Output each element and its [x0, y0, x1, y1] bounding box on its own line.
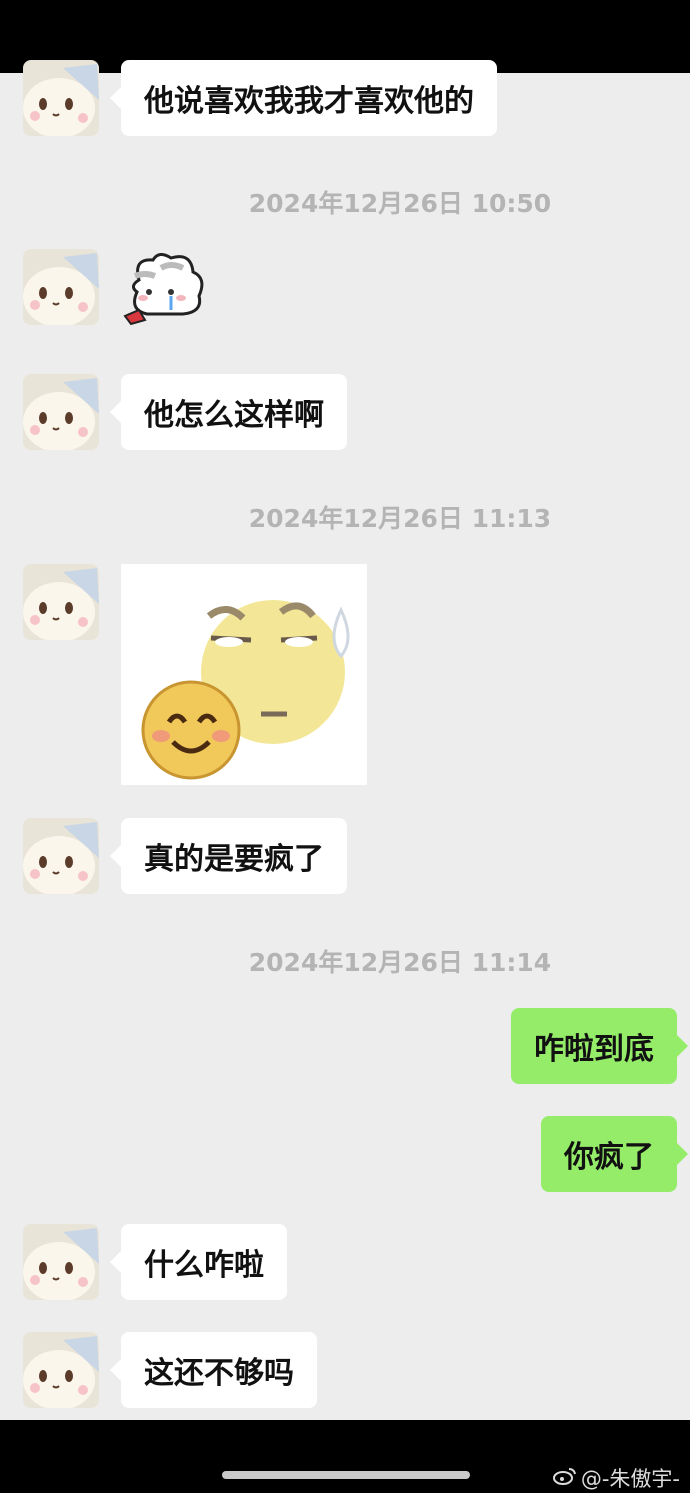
message-bubble[interactable]: 真的是要疯了: [110, 818, 347, 894]
watermark: @-朱傲宇-: [552, 1463, 680, 1493]
contact-avatar[interactable]: [23, 1332, 99, 1408]
watermark-text: @-朱傲宇-: [580, 1467, 680, 1491]
timestamp: 2024年12月26日 11:13: [248, 504, 552, 533]
contact-avatar[interactable]: [23, 60, 99, 136]
contact-avatar[interactable]: [23, 564, 99, 640]
message-bubble-self[interactable]: 咋啦到底: [511, 1008, 688, 1084]
message-bubble[interactable]: 什么咋啦: [110, 1224, 287, 1300]
timestamp: 2024年12月26日 10:50: [248, 189, 552, 218]
weibo-icon: [552, 1466, 577, 1491]
contact-avatar[interactable]: [23, 818, 99, 894]
home-indicator[interactable]: [222, 1471, 470, 1479]
message-bubble[interactable]: 他说喜欢我我才喜欢他的: [110, 60, 497, 136]
emoji-faces-sticker[interactable]: [121, 564, 367, 785]
crying-bunny-sticker[interactable]: [121, 250, 206, 330]
timestamp: 2024年12月26日 11:14: [248, 948, 552, 977]
message-bubble-self[interactable]: 你疯了: [541, 1116, 688, 1192]
contact-avatar[interactable]: [23, 1224, 99, 1300]
message-bubble[interactable]: 他怎么这样啊: [110, 374, 347, 450]
contact-avatar[interactable]: [23, 249, 99, 325]
contact-avatar[interactable]: [23, 374, 99, 450]
message-bubble[interactable]: 这还不够吗: [110, 1332, 317, 1408]
